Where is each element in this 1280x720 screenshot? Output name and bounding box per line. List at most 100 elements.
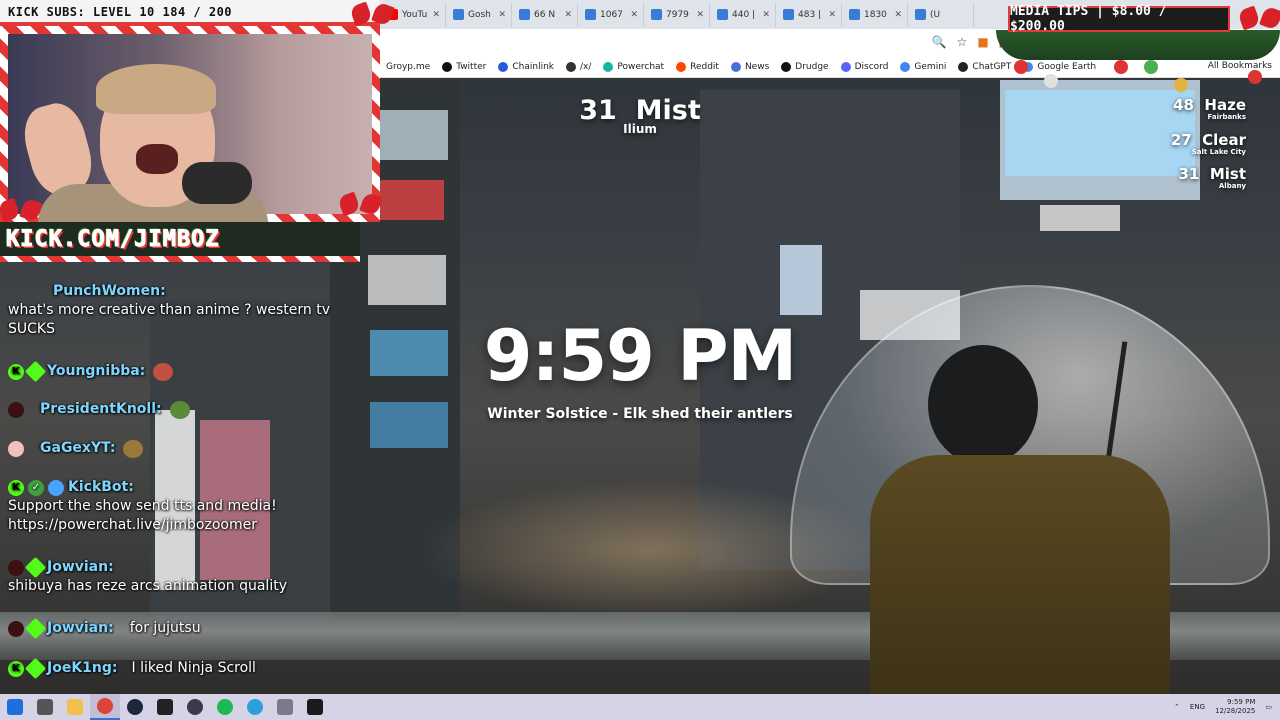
chat-text: Support the show send tts and media! htt… (8, 498, 277, 533)
chat-username: PunchWomen: (53, 283, 166, 299)
chat-message: Jowvian: for jujutsu (8, 617, 338, 640)
sign-window (370, 330, 448, 376)
emote-icon (153, 362, 174, 381)
browser-tab[interactable]: 1830 ✕ (843, 2, 908, 27)
moderator-badge-icon (8, 401, 24, 418)
close-icon[interactable]: ✕ (498, 10, 506, 20)
ornament-icon (1248, 70, 1262, 84)
kick-url-banner: KICK.COM/JIMBOZ (0, 222, 360, 262)
bookmark-item[interactable]: Reddit (676, 61, 719, 72)
chat-text: what's more creative than anime ? wester… (8, 302, 331, 337)
webcam-feed (0, 26, 380, 224)
bookmark-item[interactable]: Google Earth (1023, 61, 1096, 72)
person-head (928, 345, 1038, 465)
terminal-icon[interactable] (150, 694, 180, 720)
fourchan-icon (565, 61, 576, 72)
system-tray: ⌃ ENG 9:59 PM 12/28/2025 ▭ (1174, 694, 1272, 720)
clock-subtitle: Winter Solstice - Elk shed their antlers (487, 406, 793, 422)
chat-username: Jowvian: (47, 559, 114, 575)
chrome-icon[interactable] (90, 694, 120, 720)
chat-message: GaGexYT: (8, 439, 338, 458)
browser-tab[interactable]: 440 | ✕ (711, 2, 776, 27)
bookmark-item[interactable]: Gemini (900, 61, 946, 72)
chat-username: KickBot: (68, 479, 134, 495)
telegram-icon[interactable] (240, 694, 270, 720)
steam-icon[interactable] (120, 694, 150, 720)
bookmark-item[interactable]: Powerchat (603, 61, 664, 72)
weather-side-item: 48 Haze Fairbanks (1173, 96, 1246, 121)
media-tips-text: MEDIA TIPS | $8.00 / $200.00 (1010, 4, 1167, 34)
close-icon[interactable]: ✕ (894, 10, 902, 20)
task-view-icon[interactable] (30, 694, 60, 720)
kick-subs-text: KICK SUBS: LEVEL 10 184 / 200 (8, 5, 233, 19)
ornament-icon (1014, 60, 1028, 74)
close-icon[interactable]: ✕ (564, 10, 572, 20)
browser-tab[interactable]: 483 | ✕ (777, 2, 842, 27)
bookmark-item[interactable]: Chainlink (498, 61, 554, 72)
chat-message: K Youngnibba: (8, 360, 338, 383)
chat-message: PunchWomen: what's more creative than an… (8, 282, 338, 339)
moderator-badge-icon (8, 559, 24, 576)
weather-side-item: 27 Clear Salt Lake City (1170, 131, 1246, 156)
media-tips-box: MEDIA TIPS | $8.00 / $200.00 (1008, 4, 1230, 34)
tab-favicon-icon (783, 9, 794, 20)
zoom-icon[interactable]: 🔍 (932, 35, 947, 49)
bookmark-item[interactable]: Discord (840, 61, 888, 72)
bookmark-item[interactable]: Drudge (781, 61, 829, 72)
all-bookmarks-button[interactable]: All Bookmarks (1208, 61, 1272, 71)
browser-tab[interactable]: 1067 ✕ (579, 2, 644, 27)
chat-text: shibuya has reze arcs animation quality (8, 578, 287, 594)
tab-favicon-icon (849, 9, 860, 20)
subscriber-badge-icon (48, 479, 64, 496)
close-icon[interactable]: ✕ (696, 10, 704, 20)
kick-badge-icon: K (8, 660, 24, 677)
close-icon[interactable]: ✕ (432, 10, 440, 20)
weather-main: 31 Mist Ilium (560, 95, 720, 136)
gemini-icon (900, 61, 911, 72)
media-icon[interactable] (270, 694, 300, 720)
bookmark-item[interactable]: Twitter (442, 61, 486, 72)
tray-chevron-icon[interactable]: ⌃ (1174, 703, 1180, 711)
chat-text: for jujutsu (129, 620, 201, 636)
browser-tab[interactable]: 7979 ✕ (645, 2, 710, 27)
tab-favicon-icon (717, 9, 728, 20)
christmas-bow-icon (1240, 4, 1280, 34)
bookmark-item[interactable]: News (730, 61, 769, 72)
twitter-icon (442, 61, 453, 72)
chat-username: Jowvian: (47, 620, 114, 636)
browser-tab[interactable]: Gosh ✕ (447, 2, 512, 27)
language-indicator[interactable]: ENG (1190, 703, 1205, 711)
tray-clock[interactable]: 9:59 PM 12/28/2025 (1215, 698, 1255, 716)
close-icon[interactable]: ✕ (630, 10, 638, 20)
adobe-icon[interactable] (300, 694, 330, 720)
bookmark-star-icon[interactable]: ☆ (957, 35, 968, 49)
obs-icon[interactable] (180, 694, 210, 720)
chat-text: I liked Ninja Scroll (131, 660, 256, 676)
file-explorer-icon[interactable] (60, 694, 90, 720)
webcam-hair (96, 64, 216, 114)
browser-tab[interactable]: 66 N ✕ (513, 2, 578, 27)
notification-icon[interactable]: ▭ (1265, 703, 1272, 711)
close-icon[interactable]: ✕ (762, 10, 770, 20)
chatgpt-icon (958, 61, 969, 72)
windows-start-icon[interactable] (0, 694, 30, 720)
sign-window (1005, 90, 1195, 176)
bookmark-item[interactable]: ChatGPT (958, 61, 1011, 72)
christmas-bow-icon (340, 190, 380, 220)
close-icon[interactable]: ✕ (828, 10, 836, 20)
gem-badge-icon (24, 360, 47, 383)
emote-icon (169, 400, 190, 419)
christmas-garland (996, 30, 1280, 92)
windows-taskbar: ⌃ ENG 9:59 PM 12/28/2025 ▭ (0, 694, 1280, 720)
spotify-icon[interactable] (210, 694, 240, 720)
street-lamp (1040, 205, 1120, 231)
kick-badge-icon: K (8, 363, 24, 380)
chat-message: K JoeK1ng: I liked Ninja Scroll (8, 657, 338, 680)
bookmark-item[interactable]: Groyp.me (386, 62, 430, 72)
bookmark-item[interactable]: /x/ (565, 61, 591, 72)
sign-window (368, 255, 446, 305)
verified-badge-icon: ✓ (28, 479, 44, 496)
sign-window (370, 402, 448, 448)
browser-tab[interactable]: (U (909, 2, 974, 27)
extension-icon[interactable]: ■ (977, 35, 988, 49)
